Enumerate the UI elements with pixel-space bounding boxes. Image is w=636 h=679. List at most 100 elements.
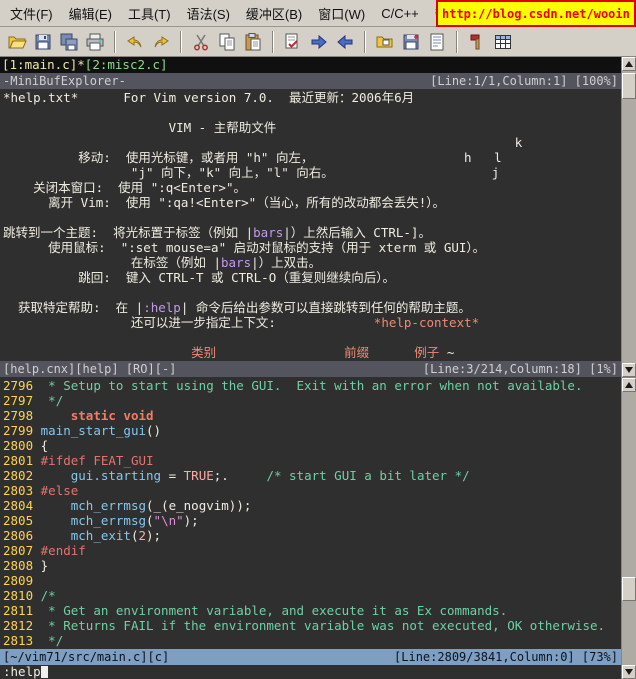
text-line: "j" 向下，"k" 向上，"l" 向右。 j xyxy=(3,165,621,180)
copy-icon[interactable] xyxy=(214,29,240,55)
main-statusline[interactable]: [~/vim71/src/main.c][c] [Line:2809/3841,… xyxy=(0,649,621,665)
menu-item-buffers[interactable]: 缓冲区(B) xyxy=(238,0,310,28)
scroll-down-button[interactable] xyxy=(622,665,636,679)
undo-icon[interactable] xyxy=(122,29,148,55)
buffer-tab-1[interactable]: [1:main.c]* xyxy=(2,57,85,72)
text-segment xyxy=(41,468,71,483)
text-segment: */ xyxy=(41,393,64,408)
code-window[interactable]: 2796 * Setup to start using the GUI. Exi… xyxy=(0,377,621,649)
gvim-window: 文件(F)编辑(E)工具(T)语法(S)缓冲区(B)窗口(W)C/C++帮助(H… xyxy=(0,0,636,679)
command-line[interactable]: :help xyxy=(0,665,621,679)
menu-item-cpp[interactable]: C/C++ xyxy=(373,1,427,26)
text-line: 2812 * Returns FAIL if the environment v… xyxy=(3,618,621,633)
text-segment xyxy=(41,498,71,513)
text-segment: #endif xyxy=(41,543,86,558)
buffer-tab-2[interactable]: [2:misc2.c] xyxy=(85,57,168,72)
help-scrollbar[interactable] xyxy=(622,57,636,377)
help-statusline[interactable]: [help.cnx][help] [RO][-] [Line:3/214,Col… xyxy=(0,361,621,377)
text-segment: ;. xyxy=(214,468,267,483)
text-segment: k xyxy=(3,135,522,150)
scroll-down-button[interactable] xyxy=(622,363,636,377)
code-scrollbar[interactable] xyxy=(622,377,636,679)
text-segment: |）上然后输入 CTRL-]。 xyxy=(283,225,431,240)
text-line: 使用鼠标: ":set mouse=a" 启动对鼠标的支持（用于 xterm 或… xyxy=(3,240,621,255)
text-line: 2800 { xyxy=(3,438,621,453)
statusline-left: [help.cnx][help] [RO][-] xyxy=(3,361,176,377)
text-segment: ( xyxy=(131,528,139,543)
help-window[interactable]: *help.txt* For Vim version 7.0. 最近更新：200… xyxy=(0,89,621,361)
minibuf-statusline[interactable]: -MiniBufExplorer- [Line:1/1,Column:1] [1… xyxy=(0,73,621,89)
find-replace-icon[interactable] xyxy=(280,29,306,55)
find-prev-icon[interactable] xyxy=(332,29,358,55)
menu-item-tools[interactable]: 工具(T) xyxy=(120,0,179,28)
url-text: http://blog.csdn.net/wooin xyxy=(442,7,630,21)
text-segment: * Returns FAIL if the environment variab… xyxy=(41,618,605,633)
text-line xyxy=(3,285,621,300)
text-line: 2813 */ xyxy=(3,633,621,648)
line-number: 2807 xyxy=(3,543,41,558)
statusline-left: [~/vim71/src/main.c][c] xyxy=(3,649,169,665)
text-segment: #else xyxy=(41,483,79,498)
print-icon[interactable] xyxy=(82,29,108,55)
text-line: 2804 mch_errmsg(_(e_nogvim)); xyxy=(3,498,621,513)
toolbar-separator xyxy=(180,31,182,53)
text-segment: 还可以进一步指定上下文: xyxy=(3,315,374,330)
text-line: 2802 gui.starting = TRUE;. /* start GUI … xyxy=(3,468,621,483)
text-line: 2796 * Setup to start using the GUI. Exi… xyxy=(3,378,621,393)
text-line: 在标签（例如 |bars|）上双击。 xyxy=(3,255,621,270)
text-segment: mch_errmsg xyxy=(71,498,146,513)
toolbar-separator xyxy=(364,31,366,53)
scroll-up-button[interactable] xyxy=(622,378,636,392)
text-segment: */ xyxy=(41,633,64,648)
text-segment xyxy=(216,345,344,360)
text-segment xyxy=(41,528,71,543)
text-segment: static void xyxy=(71,408,154,423)
make-icon[interactable] xyxy=(464,29,490,55)
text-segment: VIM - 主帮助文件 xyxy=(3,120,276,135)
statusline-left: -MiniBufExplorer- xyxy=(3,73,126,89)
text-line: 2807 #endif xyxy=(3,543,621,558)
text-segment: ~ xyxy=(439,345,454,360)
text-segment: () xyxy=(146,423,161,438)
scroll-up-button[interactable] xyxy=(622,57,636,71)
menu-item-window[interactable]: 窗口(W) xyxy=(310,0,373,28)
text-segment: gui.starting xyxy=(71,468,161,483)
text-segment: ); xyxy=(184,513,199,528)
save-icon[interactable] xyxy=(30,29,56,55)
menu-item-file[interactable]: 文件(F) xyxy=(2,0,61,28)
text-segment: 跳转到一个主题: 将光标置于标签（例如 | xyxy=(3,225,253,240)
text-segment: = xyxy=(161,468,184,483)
text-segment xyxy=(41,513,71,528)
menu-item-syntax[interactable]: 语法(S) xyxy=(179,0,238,28)
text-segment: "j" 向下，"k" 向上，"l" 向右。 j xyxy=(3,165,499,180)
text-line: 获取特定帮助: 在 |:help| 命令后给出参数可以直接跳转到任何的帮助主题。 xyxy=(3,300,621,315)
text-segment xyxy=(41,408,71,423)
text-line: 跳转到一个主题: 将光标置于标签（例如 |bars|）上然后输入 CTRL-]。 xyxy=(3,225,621,240)
arrow-up-icon xyxy=(625,61,633,67)
text-segment: :help xyxy=(143,300,181,315)
text-segment: * Get an environment variable, and execu… xyxy=(41,603,508,618)
save-session-icon[interactable] xyxy=(398,29,424,55)
line-number: 2797 xyxy=(3,393,41,408)
find-next-icon[interactable] xyxy=(306,29,332,55)
load-session-icon[interactable] xyxy=(372,29,398,55)
save-all-icon[interactable] xyxy=(56,29,82,55)
toolbar-separator xyxy=(272,31,274,53)
text-segment: 前缀 xyxy=(344,345,369,360)
paste-icon[interactable] xyxy=(240,29,266,55)
menu-item-edit[interactable]: 编辑(E) xyxy=(61,0,120,28)
line-number: 2801 xyxy=(3,453,41,468)
text-segment: ( xyxy=(146,513,154,528)
scrollbar-thumb[interactable] xyxy=(622,577,636,601)
cut-icon[interactable] xyxy=(188,29,214,55)
text-line: 2806 mch_exit(2); xyxy=(3,528,621,543)
text-segment: 例子 xyxy=(414,345,439,360)
scrollbar-thumb[interactable] xyxy=(622,73,636,99)
run-script-icon[interactable] xyxy=(424,29,450,55)
text-line: *help.txt* For Vim version 7.0. 最近更新：200… xyxy=(3,90,621,105)
line-number: 2812 xyxy=(3,618,41,633)
open-icon[interactable] xyxy=(4,29,30,55)
ctags-icon[interactable] xyxy=(490,29,516,55)
redo-icon[interactable] xyxy=(148,29,174,55)
line-number: 2811 xyxy=(3,603,41,618)
